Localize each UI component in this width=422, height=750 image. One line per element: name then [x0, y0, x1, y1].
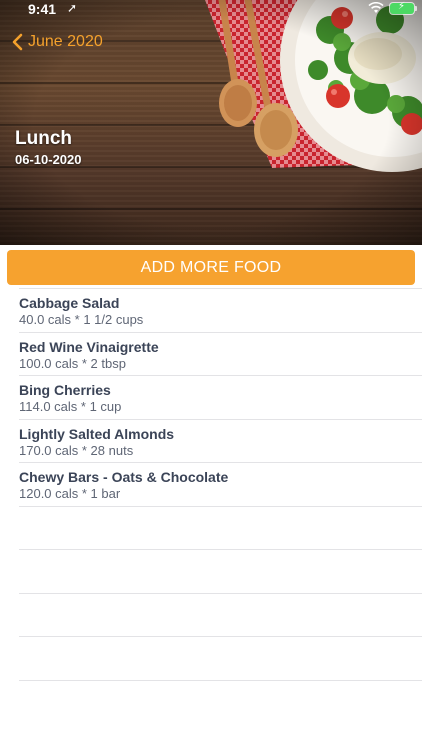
food-item-detail: 40.0 cals * 1 1/2 cups — [19, 312, 144, 327]
back-button[interactable]: June 2020 — [10, 32, 103, 52]
food-list: Cabbage Salad 40.0 cals * 1 1/2 cups Red… — [19, 288, 422, 723]
chevron-left-icon — [12, 33, 23, 51]
food-item-row[interactable]: Cabbage Salad 40.0 cals * 1 1/2 cups — [19, 288, 422, 332]
food-item-name: Chewy Bars - Oats & Chocolate — [19, 469, 229, 485]
back-label: June 2020 — [28, 33, 103, 50]
status-indicators: ⚡ — [368, 0, 417, 14]
battery-icon: ⚡ — [390, 0, 417, 14]
food-item-row[interactable]: Chewy Bars - Oats & Chocolate 120.0 cals… — [19, 462, 422, 506]
header-image: 9:41 ➚ ⚡ June 2020 Lunch 06-10-2020 — [0, 0, 422, 245]
meal-date: 06-10-2020 — [15, 152, 82, 167]
food-item-row[interactable]: Bing Cherries 114.0 cals * 1 cup — [19, 375, 422, 419]
empty-list-row — [19, 636, 422, 680]
food-item-name: Lightly Salted Almonds — [19, 425, 175, 442]
food-item-name: Bing Cherries — [19, 382, 111, 398]
food-item-name: Cabbage Salad — [19, 295, 120, 311]
food-item-detail: 114.0 cals * 1 cup — [19, 399, 122, 414]
food-item-row[interactable]: Lightly Salted Almonds 170.0 cals * 28 n… — [19, 418, 422, 463]
empty-list-row — [19, 679, 422, 724]
empty-list-row — [19, 592, 422, 637]
meal-title: Lunch — [15, 128, 72, 149]
food-item-detail: 120.0 cals * 1 bar — [19, 486, 121, 501]
wifi-icon — [368, 2, 384, 13]
status-time: 9:41 — [28, 1, 57, 17]
food-item-detail: 100.0 cals * 2 tbsp — [19, 355, 126, 371]
location-arrow-icon: ➚ — [67, 1, 78, 15]
add-more-food-button[interactable]: ADD MORE FOOD — [7, 250, 415, 285]
charging-bolt-icon: ⚡ — [398, 0, 406, 12]
food-item-name: Red Wine Vinaigrette — [19, 338, 159, 355]
food-item-detail: 170.0 cals * 28 nuts — [19, 442, 134, 458]
empty-list-row — [19, 505, 422, 550]
food-item-row[interactable]: Red Wine Vinaigrette 100.0 cals * 2 tbsp — [19, 331, 422, 376]
empty-list-row — [19, 549, 422, 593]
status-bar: 9:41 ➚ ⚡ — [0, 0, 422, 20]
